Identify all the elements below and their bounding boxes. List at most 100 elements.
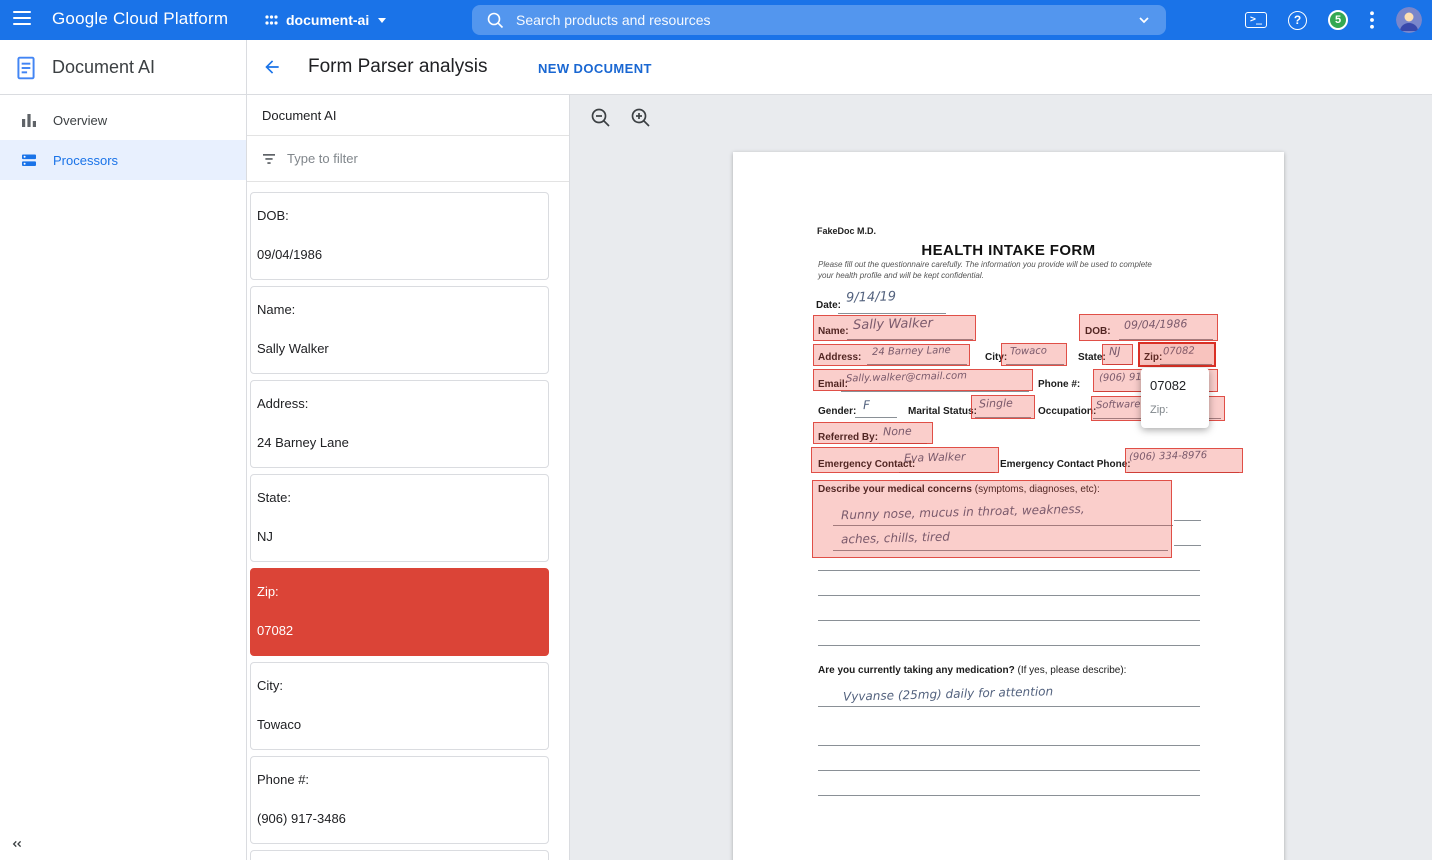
- collapse-nav-button[interactable]: [8, 836, 24, 857]
- highlight-city[interactable]: [1001, 343, 1067, 366]
- ruled-line: [855, 417, 897, 418]
- document-page: FakeDoc M.D. HEALTH INTAKE FORM Please f…: [733, 152, 1284, 860]
- field-label: State:: [257, 490, 540, 505]
- highlight-zip-selected[interactable]: [1138, 342, 1216, 367]
- field-value: (906) 917-3486: [257, 811, 540, 826]
- help-icon[interactable]: ?: [1288, 11, 1307, 30]
- ruled-line: [838, 313, 946, 314]
- field-value: NJ: [257, 529, 540, 544]
- new-document-button[interactable]: NEW DOCUMENT: [538, 61, 652, 76]
- form-value-gender: F: [863, 398, 870, 412]
- filter-row: [247, 136, 569, 182]
- field-card-name[interactable]: Name: Sally Walker: [250, 286, 549, 374]
- brand-logo[interactable]: Google Cloud Platform: [52, 9, 228, 29]
- highlight-emergency-contact[interactable]: [811, 447, 999, 473]
- field-value: Towaco: [257, 717, 540, 732]
- form-label-occupation: Occupation:: [1038, 406, 1096, 417]
- doc-clinic-name: FakeDoc M.D.: [817, 226, 876, 236]
- avatar-image: [1396, 7, 1422, 33]
- menu-icon[interactable]: [13, 11, 31, 25]
- highlight-address[interactable]: [813, 344, 970, 366]
- ruled-line: [841, 391, 1029, 392]
- highlight-medical-concerns[interactable]: [812, 480, 1172, 558]
- form-label-gender: Gender:: [818, 406, 856, 417]
- form-label-emergency-phone: Emergency Contact Phone:: [1000, 459, 1131, 470]
- sidebar-item-overview[interactable]: Overview: [0, 100, 246, 140]
- ruled-line: [1174, 520, 1201, 521]
- sidebar-item-label: Processors: [53, 153, 118, 168]
- highlight-emergency-phone[interactable]: [1125, 448, 1243, 473]
- ruled-line: [818, 595, 1200, 596]
- field-label: DOB:: [257, 208, 540, 223]
- highlight-state[interactable]: [1102, 344, 1133, 365]
- zoom-in-icon: [629, 106, 653, 130]
- sidebar-item-label: Overview: [53, 113, 107, 128]
- field-label: City:: [257, 678, 540, 693]
- zoom-in-button[interactable]: [629, 106, 653, 135]
- tooltip-label: Zip:: [1150, 404, 1200, 416]
- zoom-out-button[interactable]: [589, 106, 613, 135]
- avatar[interactable]: [1396, 7, 1422, 33]
- ruled-line: [1174, 545, 1201, 546]
- topbar-actions: >_ ? 5: [1245, 0, 1422, 40]
- field-card-state[interactable]: State: NJ: [250, 474, 549, 562]
- ruled-line: [818, 620, 1200, 621]
- field-label: Zip:: [257, 584, 540, 599]
- more-options-icon[interactable]: [1369, 11, 1375, 29]
- highlight-marital-status[interactable]: [971, 395, 1035, 419]
- search-input[interactable]: [516, 12, 1136, 28]
- field-label: Name:: [257, 302, 540, 317]
- highlight-email[interactable]: [813, 369, 1033, 391]
- field-label: Address:: [257, 396, 540, 411]
- form-label-medication: Are you currently taking any medication?…: [818, 665, 1126, 676]
- field-label: Phone #:: [257, 772, 540, 787]
- form-value-medication: Vyvanse (25mg) daily for attention: [843, 684, 1053, 703]
- ruled-line: [818, 706, 1200, 707]
- field-card-dob[interactable]: DOB: 09/04/1986: [250, 192, 549, 280]
- field-value: 07082: [257, 623, 540, 638]
- search-icon: [486, 11, 504, 29]
- extracted-fields-panel: Document AI DOB: 09/04/1986 Name: Sally …: [247, 95, 570, 860]
- search-chevron-down-icon[interactable]: [1136, 12, 1152, 28]
- field-card-phone[interactable]: Phone #: (906) 917-3486: [250, 756, 549, 844]
- field-card-partial[interactable]: [250, 850, 549, 860]
- ruled-line: [818, 645, 1200, 646]
- doc-subtitle: Please fill out the questionnaire carefu…: [818, 260, 1198, 269]
- project-icon: [264, 13, 279, 28]
- cloud-shell-icon[interactable]: >_: [1245, 12, 1267, 28]
- field-tooltip: 07082 Zip:: [1141, 368, 1209, 428]
- search-bar[interactable]: [472, 5, 1166, 35]
- product-header: Document AI: [0, 40, 247, 95]
- ruled-line: [818, 745, 1200, 746]
- processors-icon: [20, 151, 38, 169]
- zoom-out-icon: [589, 106, 613, 130]
- form-value-date: 9/14/19: [846, 289, 897, 305]
- highlight-dob[interactable]: [1079, 314, 1218, 341]
- form-label-marital: Marital Status:: [908, 406, 977, 417]
- page-header: Document AI Form Parser analysis NEW DOC…: [0, 40, 1432, 95]
- sidebar-item-processors[interactable]: Processors: [0, 140, 246, 180]
- filter-icon: [261, 151, 277, 167]
- highlight-referred-by[interactable]: [813, 422, 933, 444]
- back-arrow-icon: [262, 57, 282, 77]
- document-viewer: FakeDoc M.D. HEALTH INTAKE FORM Please f…: [570, 95, 1432, 860]
- doc-title: HEALTH INTAKE FORM: [733, 242, 1284, 259]
- document-ai-logo-icon: [13, 55, 39, 81]
- left-nav: Overview Processors: [0, 95, 247, 860]
- field-value: 09/04/1986: [257, 247, 540, 262]
- product-title: Document AI: [52, 57, 155, 78]
- field-value: 24 Barney Lane: [257, 435, 540, 450]
- highlight-name[interactable]: [813, 315, 976, 341]
- back-button[interactable]: [262, 57, 282, 82]
- chevron-down-icon: [378, 18, 386, 23]
- form-label-date: Date:: [816, 300, 841, 311]
- panel-title: Document AI: [247, 95, 569, 136]
- field-card-city[interactable]: City: Towaco: [250, 662, 549, 750]
- project-selector[interactable]: document-ai: [264, 0, 386, 40]
- notifications-badge[interactable]: 5: [1328, 10, 1348, 30]
- ruled-line: [818, 570, 1200, 571]
- field-card-address[interactable]: Address: 24 Barney Lane: [250, 380, 549, 468]
- filter-input[interactable]: [287, 151, 537, 166]
- overview-icon: [20, 111, 38, 129]
- field-card-zip-selected[interactable]: Zip: 07082: [250, 568, 549, 656]
